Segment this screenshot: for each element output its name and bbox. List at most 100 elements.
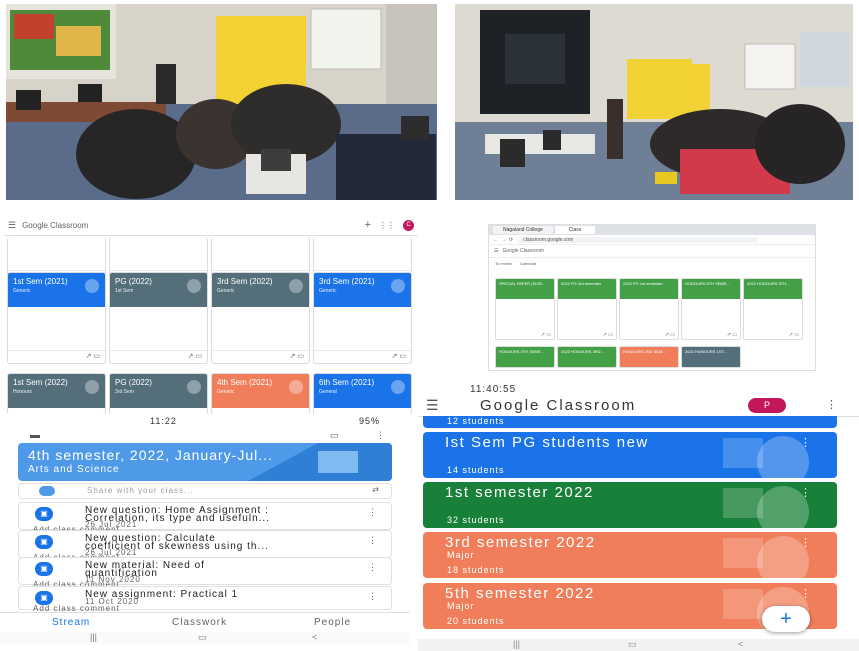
classroom-app-bar: ☰ Google Classroom + ⋮⋮ C xyxy=(5,215,418,236)
recent-apps-icon[interactable]: ||| xyxy=(513,639,520,649)
post-more-icon[interactable]: ⋮ xyxy=(368,535,377,546)
class-card[interactable]: HONOURS 6TH SEME... ↗ ▭ xyxy=(681,278,741,340)
browser-tab[interactable]: Nagaland College xyxy=(493,226,553,234)
class-card-header: 3rd Sem (2022) Generic xyxy=(212,273,309,307)
nav-stream[interactable]: Stream xyxy=(52,617,90,628)
card-actions[interactable]: ↗ ▭ xyxy=(541,332,551,338)
home-icon[interactable]: ▭ xyxy=(628,639,637,650)
desktop-classroom-grid: ☰ Google Classroom + ⋮⋮ C ↗ ▭ ↗ ▭ ↗ ▭ ↗ … xyxy=(5,215,418,415)
class-card[interactable]: PG (2022) 1st Sem ↗ ▭ xyxy=(109,272,208,364)
class-card-header: 2022 PG 1st semester xyxy=(620,279,678,299)
class-card[interactable]: Ist Sem PG students new 14 students ⋮ xyxy=(423,432,837,478)
card-actions[interactable]: ↗ ▭ xyxy=(110,350,207,363)
avatar[interactable]: P xyxy=(748,398,786,413)
class-card[interactable]: 2022 PG 1st semester ↗ ▭ xyxy=(619,278,679,340)
assignment-icon: ▣ xyxy=(35,562,53,576)
student-count: 14 students xyxy=(447,465,505,475)
share-box[interactable]: Share with your class... ⇄ xyxy=(18,483,392,499)
battery-level: 95% xyxy=(358,416,380,426)
class-subtitle: Arts and Science xyxy=(28,464,120,475)
class-more-icon[interactable]: ⋮ xyxy=(800,587,811,600)
avatar[interactable]: C xyxy=(403,219,414,231)
stream-post[interactable]: ▣ New question: Calculate coefficient of s… xyxy=(18,530,392,562)
class-more-icon[interactable]: ⋮ xyxy=(800,536,811,549)
back-icon[interactable]: ← xyxy=(493,237,498,243)
class-title: HONOURS 2ND SEM... xyxy=(623,349,666,354)
class-card[interactable]: SPECIAL PAPER (SIGE... ↗ ▭ xyxy=(495,278,555,340)
class-card[interactable]: 3rd semester 2022 Major 18 students ⋮ xyxy=(423,532,837,578)
recent-apps-icon[interactable]: ||| xyxy=(90,632,97,642)
apps-grid-icon[interactable]: ⋮⋮ xyxy=(379,221,395,230)
card-actions[interactable]: ↗ ▭ xyxy=(727,332,737,338)
card-actions[interactable]: ↗ ▭ xyxy=(603,332,613,338)
class-more-icon[interactable]: ⋮ xyxy=(800,436,811,449)
class-card-header: HONOURS 4TH SEME... xyxy=(496,347,554,367)
menu-icon[interactable]: ☰ xyxy=(494,248,498,254)
card-actions[interactable]: ↗ ▭ xyxy=(8,350,105,363)
class-more-icon[interactable]: ⋮ xyxy=(800,486,811,499)
student-count: 12 students xyxy=(447,416,505,426)
class-card[interactable]: HONOURS 2ND SEM... xyxy=(619,346,679,368)
post-more-icon[interactable]: ⋮ xyxy=(368,507,377,518)
assignment-icon: ▣ xyxy=(35,535,53,549)
more-icon[interactable]: ⋮ xyxy=(826,398,837,411)
class-subtitle: Major xyxy=(447,601,475,611)
create-class-fab[interactable]: + xyxy=(762,606,810,632)
class-title: HONOURS 4TH SEME... xyxy=(499,349,544,354)
nav-classwork[interactable]: Classwork xyxy=(172,617,227,628)
class-card[interactable]: 4th Sem (2021) Generic xyxy=(211,373,310,415)
phone-stream-screen: 11:22 95% ▬ ▭ ⋮ 4th semester, 2022, Janu… xyxy=(0,414,410,644)
assignment-icon: ▣ xyxy=(35,507,53,521)
back-icon[interactable]: < xyxy=(738,639,743,649)
back-icon[interactable]: < xyxy=(312,632,317,642)
class-card[interactable]: 1st semester 2022 32 students ⋮ xyxy=(423,482,837,528)
stream-post[interactable]: ▣ New question: Home Assignment : Correlat… xyxy=(18,502,392,534)
card-actions[interactable]: ↗ ▭ xyxy=(789,332,799,338)
class-card[interactable]: 3rd Sem (2022) Generic ↗ ▭ xyxy=(211,272,310,364)
menu-icon[interactable]: ▬ xyxy=(30,430,40,441)
reload-icon[interactable]: ⟳ xyxy=(509,237,513,243)
class-card-partial[interactable]: 12 students xyxy=(423,416,837,428)
nav-people[interactable]: People xyxy=(314,617,351,628)
class-card-header: 3rd Sem (2021) Generic xyxy=(314,273,411,307)
class-card[interactable]: 6th Sem (2021) General xyxy=(313,373,412,415)
class-illustration-icon xyxy=(85,279,99,293)
more-icon[interactable]: ⋮ xyxy=(376,430,385,441)
repost-icon[interactable]: ⇄ xyxy=(372,485,379,494)
nav-calendar[interactable]: Calendar xyxy=(520,261,536,266)
class-title: Ist Sem PG students new xyxy=(445,434,649,451)
class-card[interactable]: 2022 PG 3rd semester ↗ ▭ xyxy=(557,278,617,340)
class-card[interactable]: 2022 HONOURS 5TH... ↗ ▭ xyxy=(743,278,803,340)
class-card-header: 1st Sem (2021) Generic xyxy=(8,273,105,307)
card-actions[interactable]: ↗ ▭ xyxy=(314,350,411,363)
user-avatar xyxy=(39,486,55,496)
class-title: SPECIAL PAPER (SIGE... xyxy=(499,281,546,286)
class-card[interactable]: 3rd Sem (2021) Generic ↗ ▭ xyxy=(313,272,412,364)
menu-icon[interactable]: ☰ xyxy=(426,397,439,414)
class-card[interactable]: PG (2022) 3rd Sem xyxy=(109,373,208,415)
class-title: 1st semester 2022 xyxy=(445,484,594,501)
class-card[interactable]: 2022 HONOURS 3RD... xyxy=(557,346,617,368)
stream-post[interactable]: ▣ New material: Need of quantification 11 N… xyxy=(18,557,392,589)
class-card[interactable]: HONOURS 4TH SEME... xyxy=(495,346,555,368)
stream-post[interactable]: ▣ New assignment: Practical 1 11 Oct 2020 A… xyxy=(18,586,392,613)
class-card[interactable]: 1st Sem (2021) Generic ↗ ▭ xyxy=(7,272,106,364)
video-icon[interactable]: ▭ xyxy=(330,430,339,441)
card-actions[interactable]: ↗ ▭ xyxy=(212,350,309,363)
forward-icon[interactable]: → xyxy=(501,237,506,243)
add-icon[interactable]: + xyxy=(365,219,371,231)
post-more-icon[interactable]: ⋮ xyxy=(368,562,377,573)
class-card[interactable]: 2022 HONOURS 1ST... xyxy=(681,346,741,368)
app-title: Google Classroom xyxy=(480,397,637,414)
post-more-icon[interactable]: ⋮ xyxy=(368,591,377,602)
browser-tab-active[interactable]: Class xyxy=(554,226,596,234)
classroom-photo-right xyxy=(455,4,853,200)
class-card[interactable]: 1st Sem (2022) Honours xyxy=(7,373,106,415)
menu-icon[interactable]: ☰ xyxy=(8,220,16,231)
card-actions[interactable]: ↗ ▭ xyxy=(665,332,675,338)
class-title: 2022 PG 1st semester xyxy=(623,281,663,286)
class-illustration-icon xyxy=(391,279,405,293)
home-icon[interactable]: ▭ xyxy=(198,632,207,643)
nav-to-review[interactable]: To review xyxy=(495,261,512,266)
address-bar[interactable]: classroom.google.com xyxy=(519,236,758,243)
